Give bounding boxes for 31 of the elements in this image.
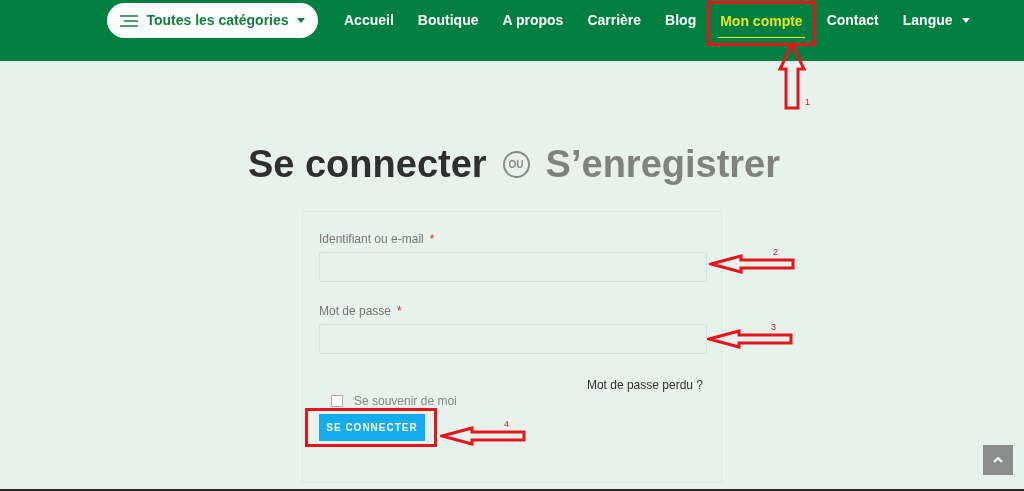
nav-link[interactable]: Carrière: [585, 10, 644, 31]
nav-link[interactable]: Mon compte: [718, 11, 805, 38]
input-field[interactable]: [319, 323, 707, 354]
label-text: Mot de passe: [319, 303, 392, 318]
or-badge: OU: [502, 151, 530, 179]
nav-link[interactable]: Boutique: [415, 10, 481, 31]
chevron-up-icon: [993, 457, 1003, 463]
lost-password-link[interactable]: Mot de passe perdu ?: [586, 377, 703, 392]
required-mark: *: [397, 303, 402, 318]
annotation-number: 3: [771, 323, 776, 332]
remember-checkbox[interactable]: [331, 394, 343, 407]
remember-label: Se souvenir de moi: [354, 393, 457, 408]
scroll-top-button[interactable]: [983, 445, 1013, 475]
annotation-number: 4: [504, 420, 509, 429]
nav-link[interactable]: Blog: [663, 10, 699, 31]
login-title: Se connecter: [247, 142, 487, 187]
register-title[interactable]: S’enregistrer: [545, 141, 781, 189]
nav-link[interactable]: Accueil: [342, 10, 396, 31]
annotation-number: 2: [773, 248, 778, 257]
caret-icon: [961, 18, 970, 23]
required-mark: *: [429, 231, 435, 246]
annotation-number: 1: [805, 98, 810, 107]
nav-link[interactable]: Contact: [824, 10, 881, 31]
annotation-arrow: [778, 42, 806, 110]
categories-button[interactable]: Toutes les catégories: [107, 3, 318, 38]
login-button[interactable]: SE CONNECTER: [319, 413, 425, 441]
nav-link[interactable]: A propos: [500, 10, 566, 31]
menu-icon: [120, 14, 139, 27]
nav-link[interactable]: Langue: [900, 10, 972, 31]
caret-icon: [296, 18, 305, 23]
label-text: Identifiant ou e-mail: [319, 231, 424, 246]
